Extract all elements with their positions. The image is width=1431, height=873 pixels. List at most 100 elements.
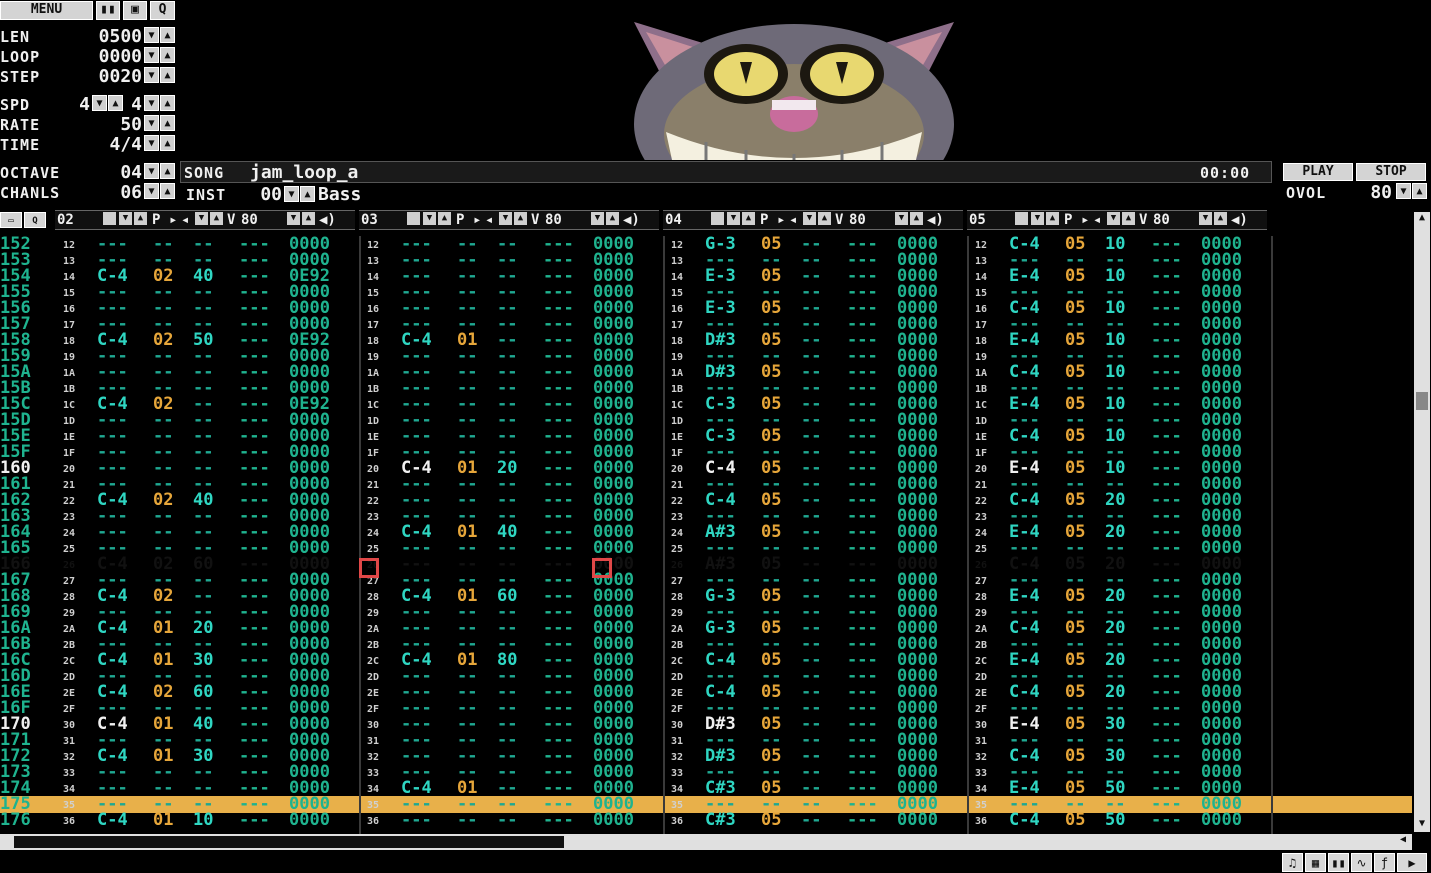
grid-view-icon[interactable]: ▦ [1305,853,1326,872]
len-down-arrow[interactable]: ▼ [144,27,159,43]
volume-up-arrow[interactable]: ▲ [1122,212,1135,225]
pan-right-icon[interactable]: ▸ [473,212,481,228]
volume-step-up-arrow[interactable]: ▲ [910,212,923,225]
spd-a-down-arrow[interactable]: ▼ [92,95,107,111]
instrument-cell[interactable]: 01 [153,812,173,829]
volume-cell[interactable]: 50 [1105,812,1125,829]
row-options-icon[interactable]: ▭ [0,212,22,228]
step-value[interactable]: 0020 [76,66,142,87]
volume-cell[interactable]: -- [497,812,517,829]
channel-column-03[interactable]: 12 --- -- -- --- 0000 13 --- -- -- --- 0000 14 --- -- -… [359,236,665,834]
pattern-grid[interactable]: 152 153 154 155 156 157 158 159 15A 15B 15C 15D 15E 1… [0,236,1431,834]
effect-value-cell[interactable]: 0000 [593,812,634,829]
volume-cell[interactable]: 10 [193,812,213,829]
loop-value[interactable]: 0000 [76,46,142,67]
time-value[interactable]: 4/4 [76,134,142,155]
channel-column-04[interactable]: 12 G-3 05 -- --- 0000 13 --- -- -- --- 0000 14 E-3 05-… [663,236,969,834]
stop-button[interactable]: STOP [1356,163,1426,181]
volume-up-arrow[interactable]: ▲ [210,212,223,225]
effect-cell[interactable]: --- [847,812,878,829]
pan-left-icon[interactable]: ◂ [1093,212,1101,228]
volume-down-arrow[interactable]: ▼ [499,212,512,225]
channel-volume[interactable]: 80 [241,212,258,228]
volume-step-up-arrow[interactable]: ▲ [606,212,619,225]
volume-down-arrow[interactable]: ▼ [1107,212,1120,225]
window-icon[interactable]: ▣ [123,1,147,20]
channel-volume[interactable]: 80 [1153,212,1170,228]
instrument-cell[interactable]: 05 [1065,812,1085,829]
bars-icon[interactable]: ▮▮ [1328,853,1349,872]
horizontal-scroll-thumb[interactable] [14,836,564,848]
arrow-right-icon[interactable]: ▶ [1397,853,1427,872]
vertical-scrollbar[interactable]: ▲ ▼ [1414,212,1430,832]
song-name-field[interactable]: jam_loop_a [250,162,358,183]
channel-header-02[interactable]: 02 ▼ ▲ P ▸ ◂ ▼ ▲ V 80 ▼ ▲ ◀) [55,210,355,230]
ovol-down-arrow[interactable]: ▼ [1396,183,1411,199]
channel-up-arrow[interactable]: ▲ [438,212,451,225]
note-cell[interactable]: --- [401,812,432,829]
rate-up-arrow[interactable]: ▲ [160,115,175,131]
volume-cell[interactable]: -- [801,812,821,829]
volume-step-up-arrow[interactable]: ▲ [302,212,315,225]
channel-down-arrow[interactable]: ▼ [1031,212,1044,225]
fx-icon[interactable]: ƒ [1374,853,1395,872]
speaker-icon[interactable]: ◀) [623,212,640,228]
note-cell[interactable]: C#3 [705,812,736,829]
channel-down-arrow[interactable]: ▼ [727,212,740,225]
channel-column-05[interactable]: 12 C-4 05 10 --- 0000 13 --- -- -- --- 0000 14 E-4 05 1… [967,236,1273,834]
row-search-icon[interactable]: Q [24,212,46,228]
inst-number[interactable]: 00 [248,184,282,205]
speaker-icon[interactable]: ◀) [319,212,336,228]
channel-enable-checkbox[interactable] [103,212,116,225]
horizontal-scrollbar[interactable]: ◀ [0,834,1412,850]
scroll-down-arrow[interactable]: ▼ [1414,818,1430,832]
volume-up-arrow[interactable]: ▲ [818,212,831,225]
spd-b-up-arrow[interactable]: ▲ [160,95,175,111]
effect-cell[interactable]: --- [239,812,270,829]
speaker-icon[interactable]: ◀) [927,212,944,228]
channel-column-02[interactable]: 12 --- -- -- --- 0000 13 --- -- -- --- 0000 14 C-4 02 4… [55,236,361,834]
volume-step-down-arrow[interactable]: ▼ [1199,212,1212,225]
instrument-cell[interactable]: 05 [761,812,781,829]
pan-left-icon[interactable]: ◂ [485,212,493,228]
vertical-scroll-thumb[interactable] [1416,392,1428,410]
zoom-icon[interactable]: Q [150,1,175,20]
effect-cell[interactable]: --- [543,812,574,829]
inst-down-arrow[interactable]: ▼ [284,186,299,202]
volume-up-arrow[interactable]: ▲ [514,212,527,225]
ovol-up-arrow[interactable]: ▲ [1412,183,1427,199]
octave-up-arrow[interactable]: ▲ [160,163,175,179]
rate-down-arrow[interactable]: ▼ [144,115,159,131]
pan-left-icon[interactable]: ◂ [789,212,797,228]
loop-down-arrow[interactable]: ▼ [144,47,159,63]
play-button[interactable]: PLAY [1283,163,1353,181]
inst-up-arrow[interactable]: ▲ [300,186,315,202]
instrument-cell[interactable]: -- [457,812,477,829]
channel-header-05[interactable]: 05 ▼ ▲ P ▸ ◂ ▼ ▲ V 80 ▼ ▲ ◀) [967,210,1267,230]
note-icon[interactable]: ♫ [1282,853,1303,872]
pan-right-icon[interactable]: ▸ [169,212,177,228]
channel-header-03[interactable]: 03 ▼ ▲ P ▸ ◂ ▼ ▲ V 80 ▼ ▲ ◀) [359,210,659,230]
effect-value-cell[interactable]: 0000 [1201,812,1242,829]
len-up-arrow[interactable]: ▲ [160,27,175,43]
volume-down-arrow[interactable]: ▼ [803,212,816,225]
step-up-arrow[interactable]: ▲ [160,67,175,83]
chanls-up-arrow[interactable]: ▲ [160,183,175,199]
channel-enable-checkbox[interactable] [711,212,724,225]
time-down-arrow[interactable]: ▼ [144,135,159,151]
octave-down-arrow[interactable]: ▼ [144,163,159,179]
channel-up-arrow[interactable]: ▲ [1046,212,1059,225]
loop-up-arrow[interactable]: ▲ [160,47,175,63]
pan-left-icon[interactable]: ◂ [181,212,189,228]
menu-button[interactable]: MENU [0,1,93,20]
channel-up-arrow[interactable]: ▲ [742,212,755,225]
meters-icon[interactable]: ▮▮ [96,1,120,20]
note-cell[interactable]: C-4 [1009,812,1040,829]
effect-value-cell[interactable]: 0000 [289,812,330,829]
len-value[interactable]: 0500 [76,26,142,47]
channel-enable-checkbox[interactable] [1015,212,1028,225]
volume-step-up-arrow[interactable]: ▲ [1214,212,1227,225]
ovol-value[interactable]: 80 [1356,182,1392,203]
chanls-value[interactable]: 06 [100,182,142,203]
inst-name-field[interactable]: Bass [318,184,361,205]
